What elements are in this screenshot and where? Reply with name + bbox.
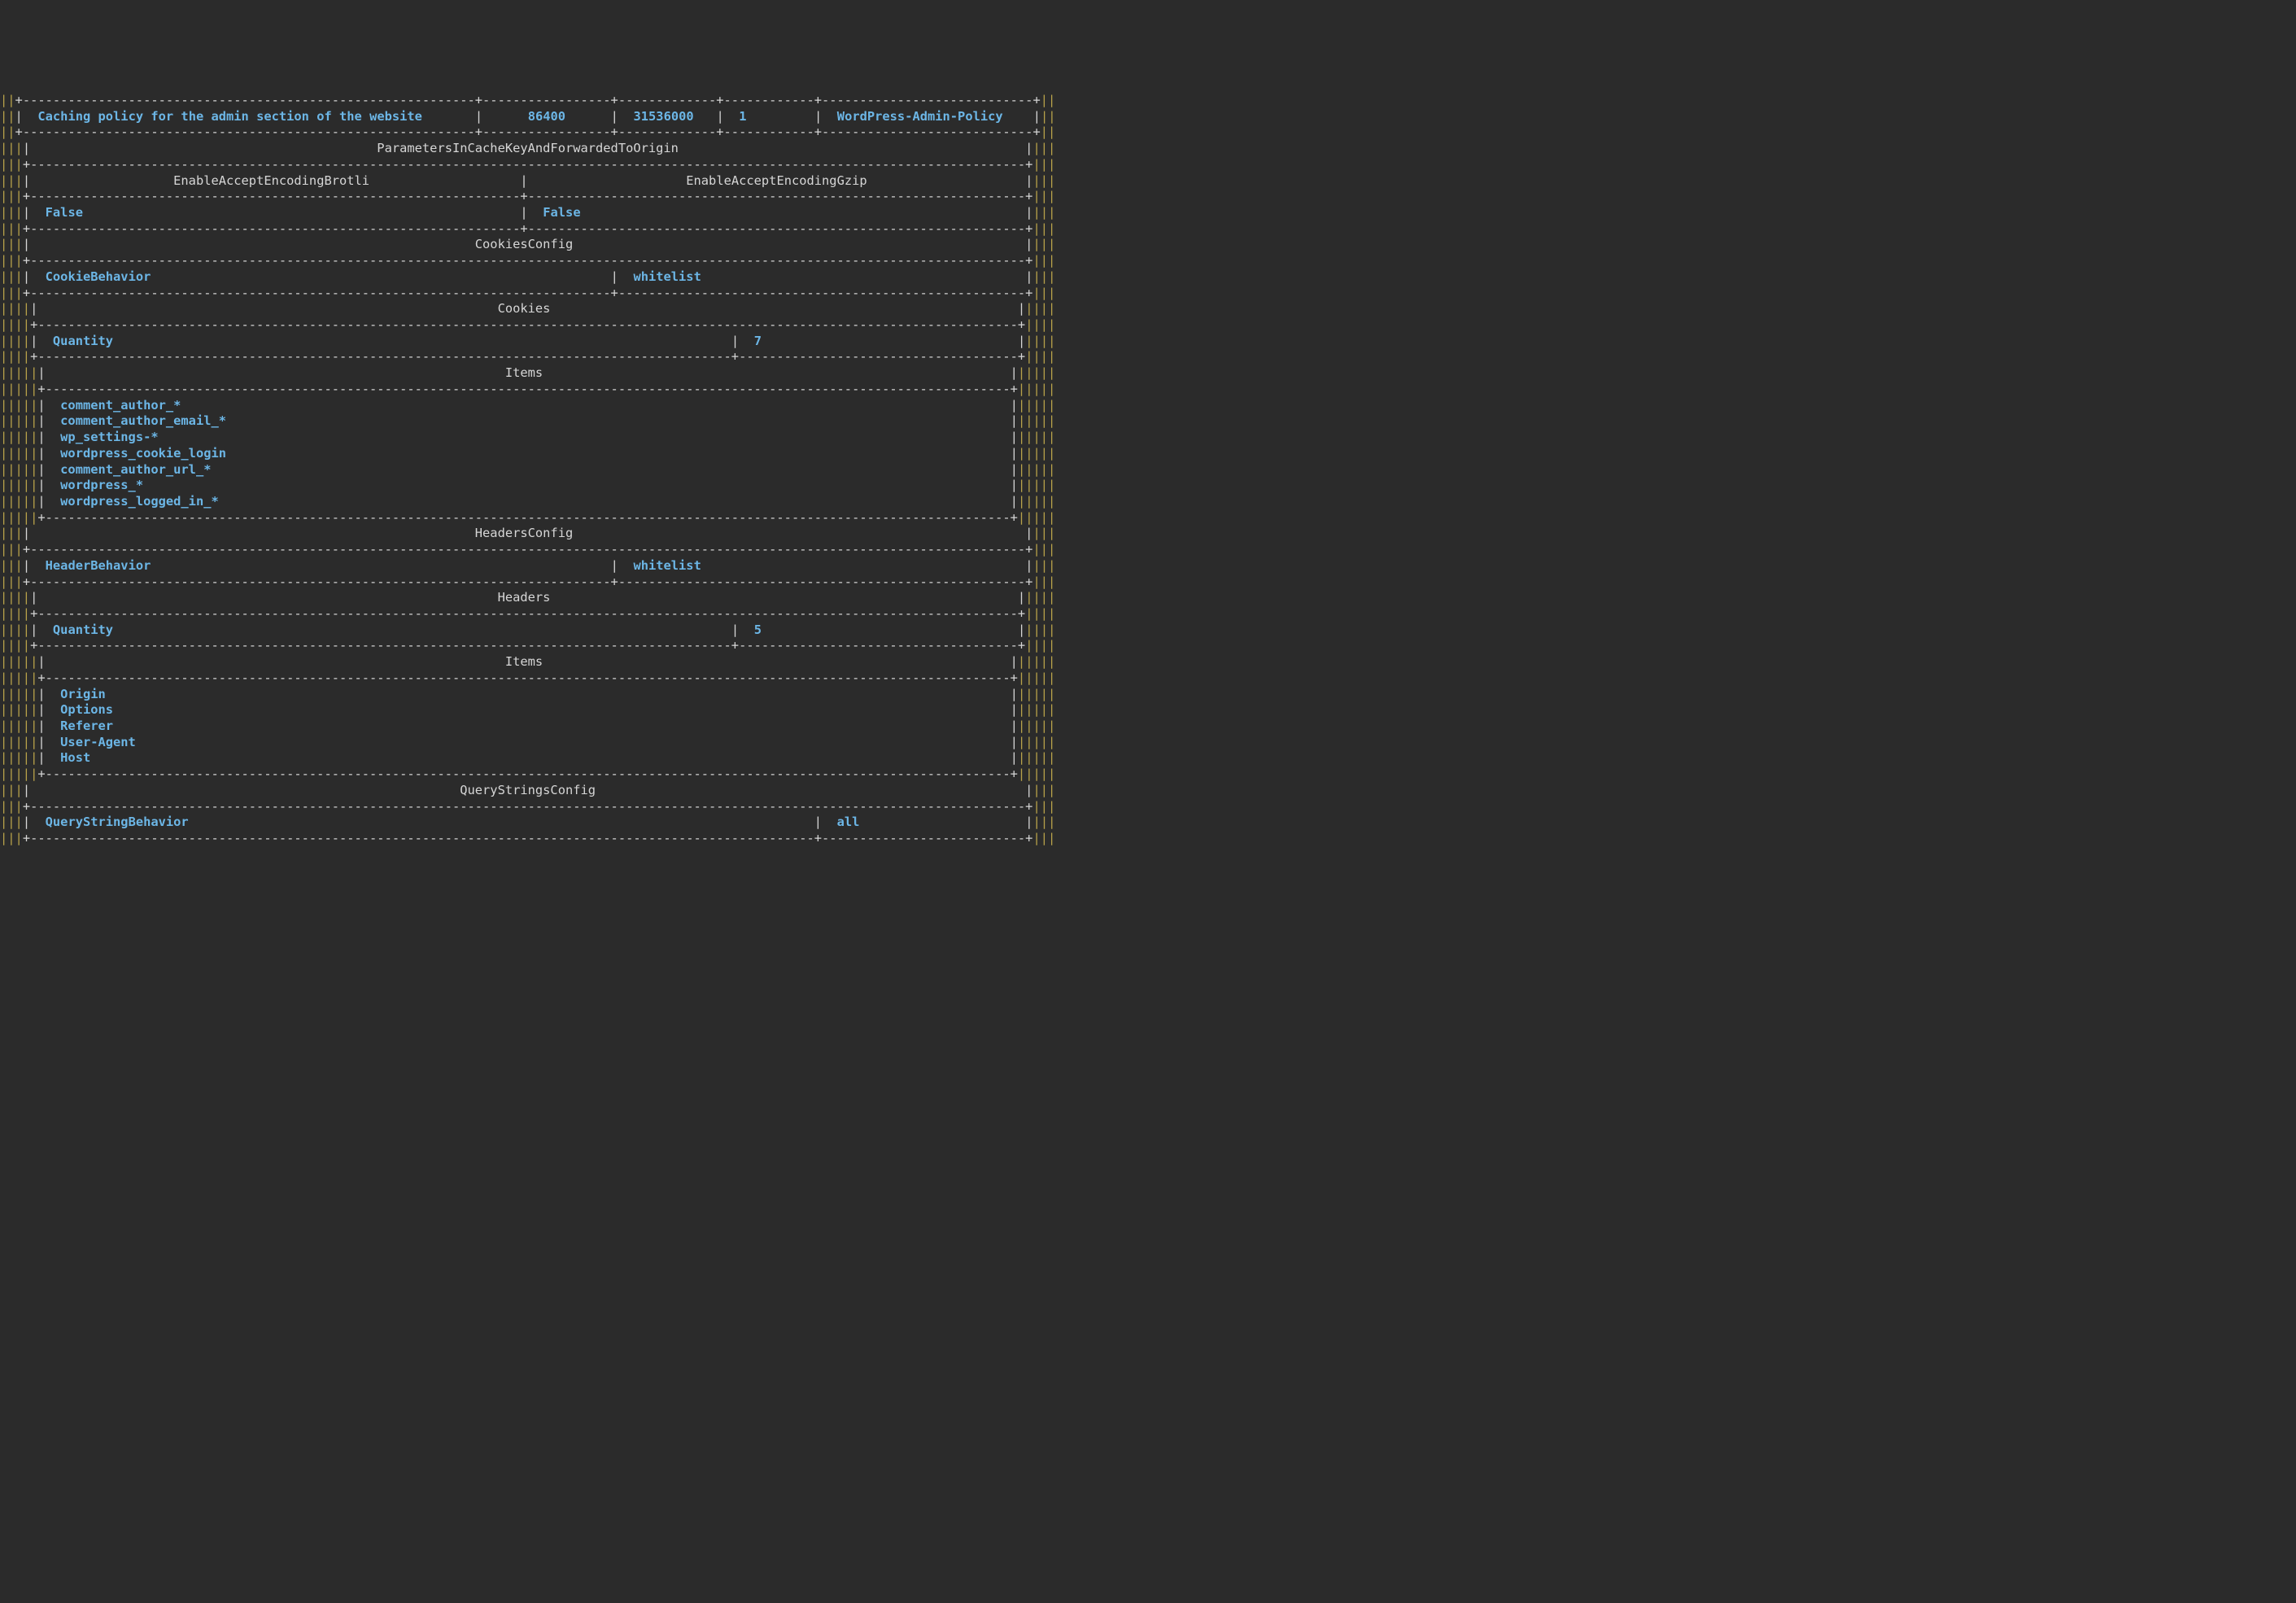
terminal-output: ||+-------------------------------------… [0,93,2296,847]
